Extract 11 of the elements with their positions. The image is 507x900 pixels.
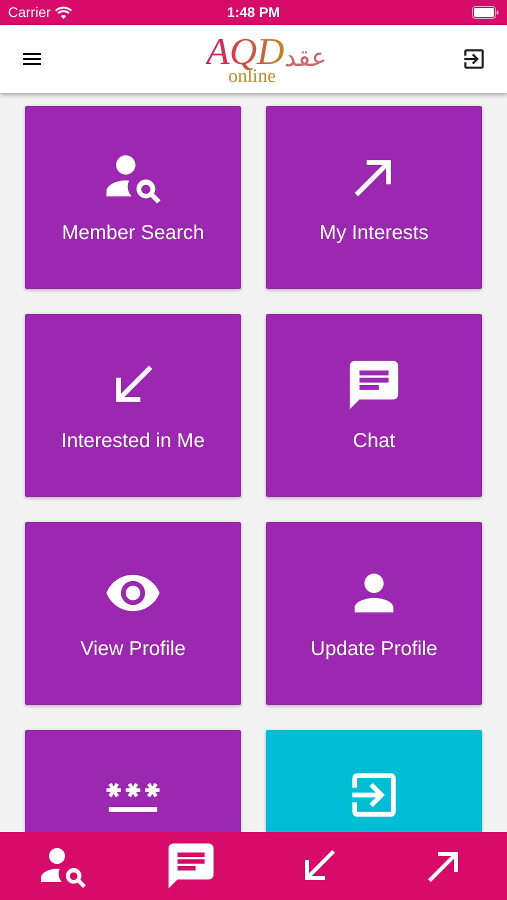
battery-icon (472, 6, 499, 19)
menu-tile[interactable]: My Interests (266, 106, 482, 289)
menu-tile[interactable]: Interested in Me (25, 314, 241, 497)
menu-tile[interactable]: View Profile (25, 522, 241, 705)
menu-tile[interactable]: Member Search (25, 106, 241, 289)
menu-tile[interactable]: Chat (266, 314, 482, 497)
wifi-icon (54, 6, 72, 19)
carrier-name: Carrier (8, 3, 51, 22)
logo-arabic-text: عقد (284, 44, 327, 70)
status-time: 1:48 PM (227, 3, 280, 22)
menu-tile[interactable]: Update Profile (266, 522, 482, 705)
